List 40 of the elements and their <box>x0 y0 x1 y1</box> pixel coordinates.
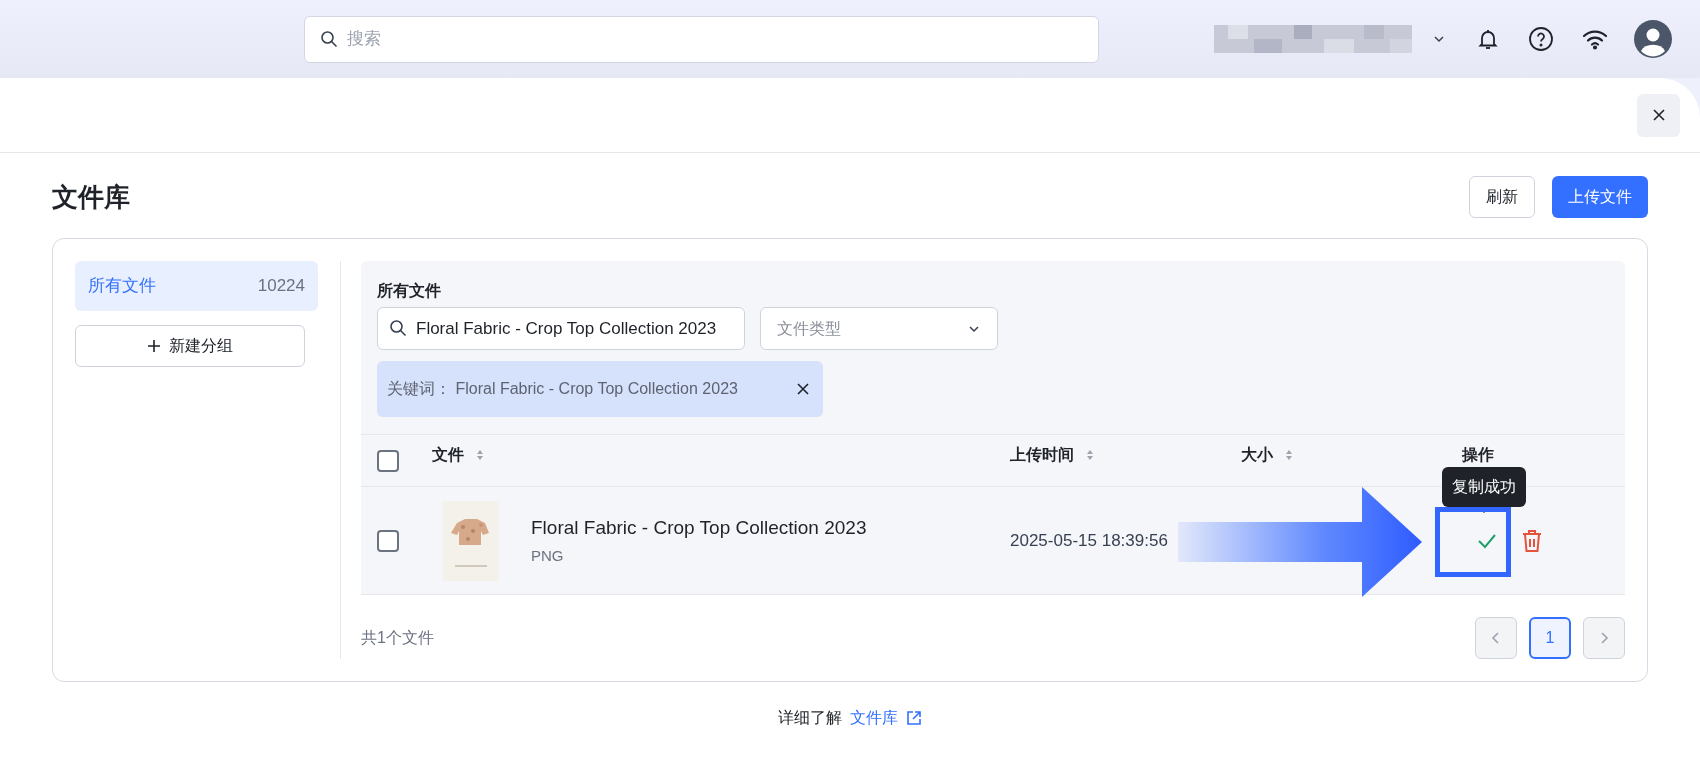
search-field[interactable]: 搜索 <box>304 15 1099 63</box>
help-text: 详细了解 <box>778 708 842 728</box>
chevron-left-icon <box>1491 631 1501 645</box>
search-field[interactable]: Floral Fabric - Crop Top Collection 2023 <box>377 307 745 350</box>
close-icon[interactable] <box>797 383 809 395</box>
file-type-select[interactable]: 文件类型 <box>760 307 998 350</box>
close-icon <box>1651 108 1666 122</box>
section-title: 所有文件 <box>377 281 442 301</box>
new-group-button[interactable]: 新建分组 <box>75 325 305 367</box>
help-icon[interactable] <box>1528 26 1554 52</box>
file-count: 共1个文件 <box>361 628 434 648</box>
sort-icon[interactable] <box>476 449 484 461</box>
sort-icon[interactable] <box>1285 449 1293 461</box>
upload-button[interactable]: 上传文件 <box>1552 176 1648 218</box>
upload-time: 2025-05-15 18:39:56 <box>1010 529 1169 552</box>
trash-icon[interactable] <box>1521 528 1543 553</box>
group-count: 10224 <box>257 275 305 298</box>
column-header: 文件 <box>432 445 464 465</box>
avatar-icon[interactable] <box>1634 20 1672 58</box>
column-header: 大小 <box>1241 445 1273 465</box>
check-icon <box>1477 532 1497 549</box>
page-title: 文件库 <box>52 180 130 214</box>
close-button[interactable] <box>1637 93 1680 137</box>
row-checkbox[interactable] <box>377 529 399 552</box>
file-name[interactable]: Floral Fabric - Crop Top Collection 2023 <box>531 514 867 543</box>
column-header: 上传时间 <box>1010 445 1074 465</box>
select-all-checkbox[interactable] <box>377 449 399 472</box>
wifi-icon[interactable] <box>1582 28 1608 50</box>
file-library-link[interactable]: 文件库 <box>850 706 898 730</box>
plus-icon <box>147 339 161 353</box>
bell-icon[interactable] <box>1476 27 1500 51</box>
group-item[interactable]: 所有文件 10224 <box>75 261 318 311</box>
keyword-text: 关键词： Floral Fabric - Crop Top Collection 2023 <box>387 379 739 399</box>
page-button[interactable]: 1 <box>1529 617 1571 659</box>
external-link-icon[interactable] <box>906 710 922 726</box>
file-type: PNG <box>531 545 565 566</box>
chevron-right-icon <box>1599 631 1609 645</box>
column-header: 操作 <box>1462 445 1494 465</box>
sort-icon[interactable] <box>1086 449 1094 461</box>
refresh-button[interactable]: 刷新 <box>1469 176 1535 218</box>
